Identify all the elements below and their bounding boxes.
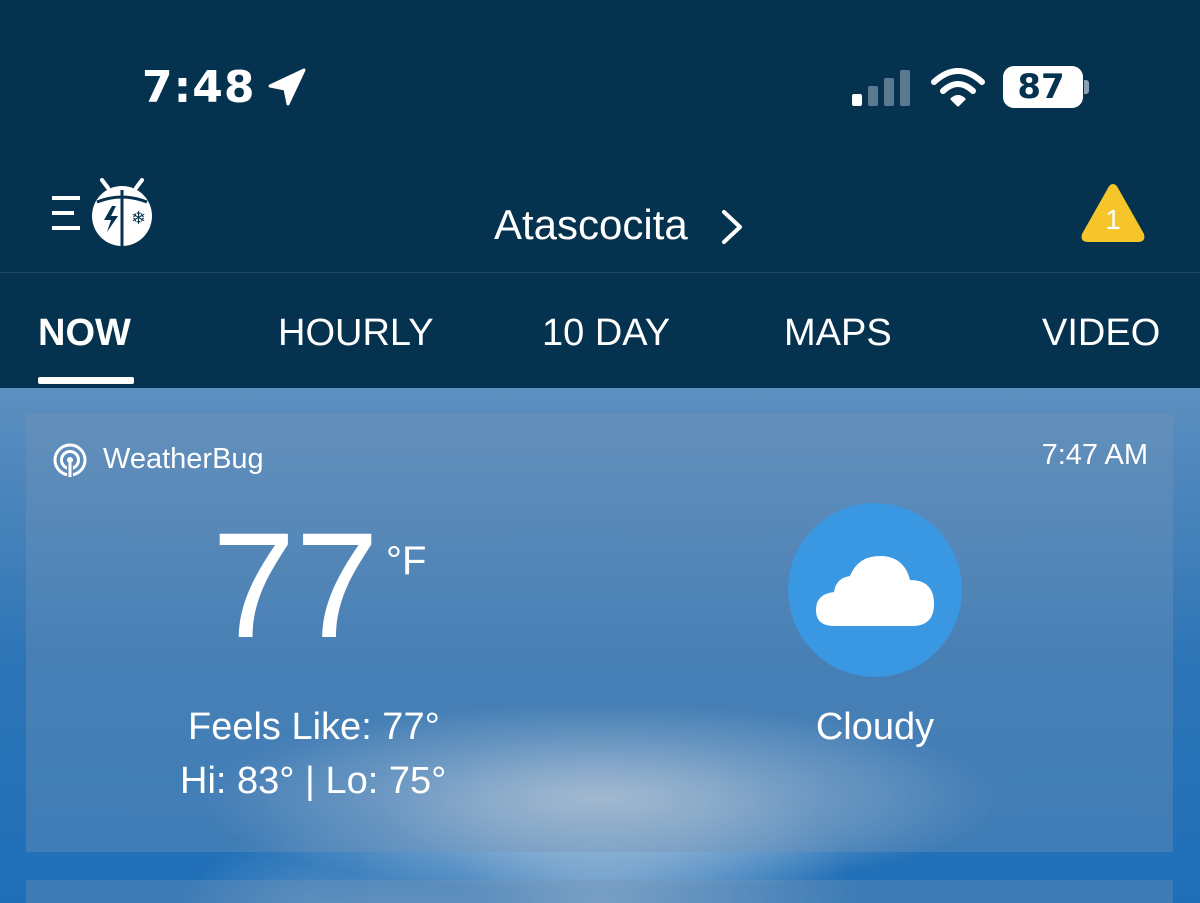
header-divider	[0, 272, 1200, 273]
battery-level: 87	[1017, 67, 1065, 107]
alert-count: 1	[1105, 204, 1121, 235]
cloud-icon	[816, 556, 934, 626]
wifi-icon	[931, 68, 985, 107]
cellular-signal-icon	[852, 70, 910, 106]
observation-time: 7:47 AM	[1041, 439, 1148, 471]
hamburger-icon	[52, 196, 80, 200]
provider-name: WeatherBug	[103, 443, 264, 475]
location-title[interactable]: Atascocita	[494, 198, 688, 252]
tab-maps[interactable]: MAPS	[784, 308, 892, 358]
next-card[interactable]	[26, 880, 1173, 903]
battery-nub	[1084, 80, 1089, 94]
hi-lo: Hi: 83° | Lo: 75°	[180, 760, 447, 802]
tab-now[interactable]: NOW	[38, 308, 131, 358]
svg-text:❄: ❄	[131, 208, 146, 229]
active-tab-indicator	[38, 377, 134, 384]
location-arrow-icon	[268, 68, 306, 106]
weather-app-screen: 7:48 87 ❄ Atascocita 1 NOW HOURLY 10 DAY…	[0, 0, 1200, 903]
tab-hourly[interactable]: HOURLY	[278, 308, 434, 358]
condition-text: Cloudy	[815, 706, 935, 748]
chevron-right-icon[interactable]	[718, 208, 746, 246]
current-temperature: 77	[212, 501, 379, 669]
menu-logo-button[interactable]: ❄	[50, 178, 156, 248]
weatherbug-logo-icon: ❄	[92, 178, 152, 246]
battery-icon: 87	[1003, 66, 1083, 108]
status-time: 7:48	[142, 62, 256, 113]
broadcast-icon	[53, 443, 87, 478]
tab-video[interactable]: VIDEO	[1042, 308, 1160, 358]
feels-like: Feels Like: 77°	[188, 706, 440, 748]
tab-10-day[interactable]: 10 DAY	[542, 308, 670, 358]
temperature-unit: °F	[386, 539, 427, 583]
